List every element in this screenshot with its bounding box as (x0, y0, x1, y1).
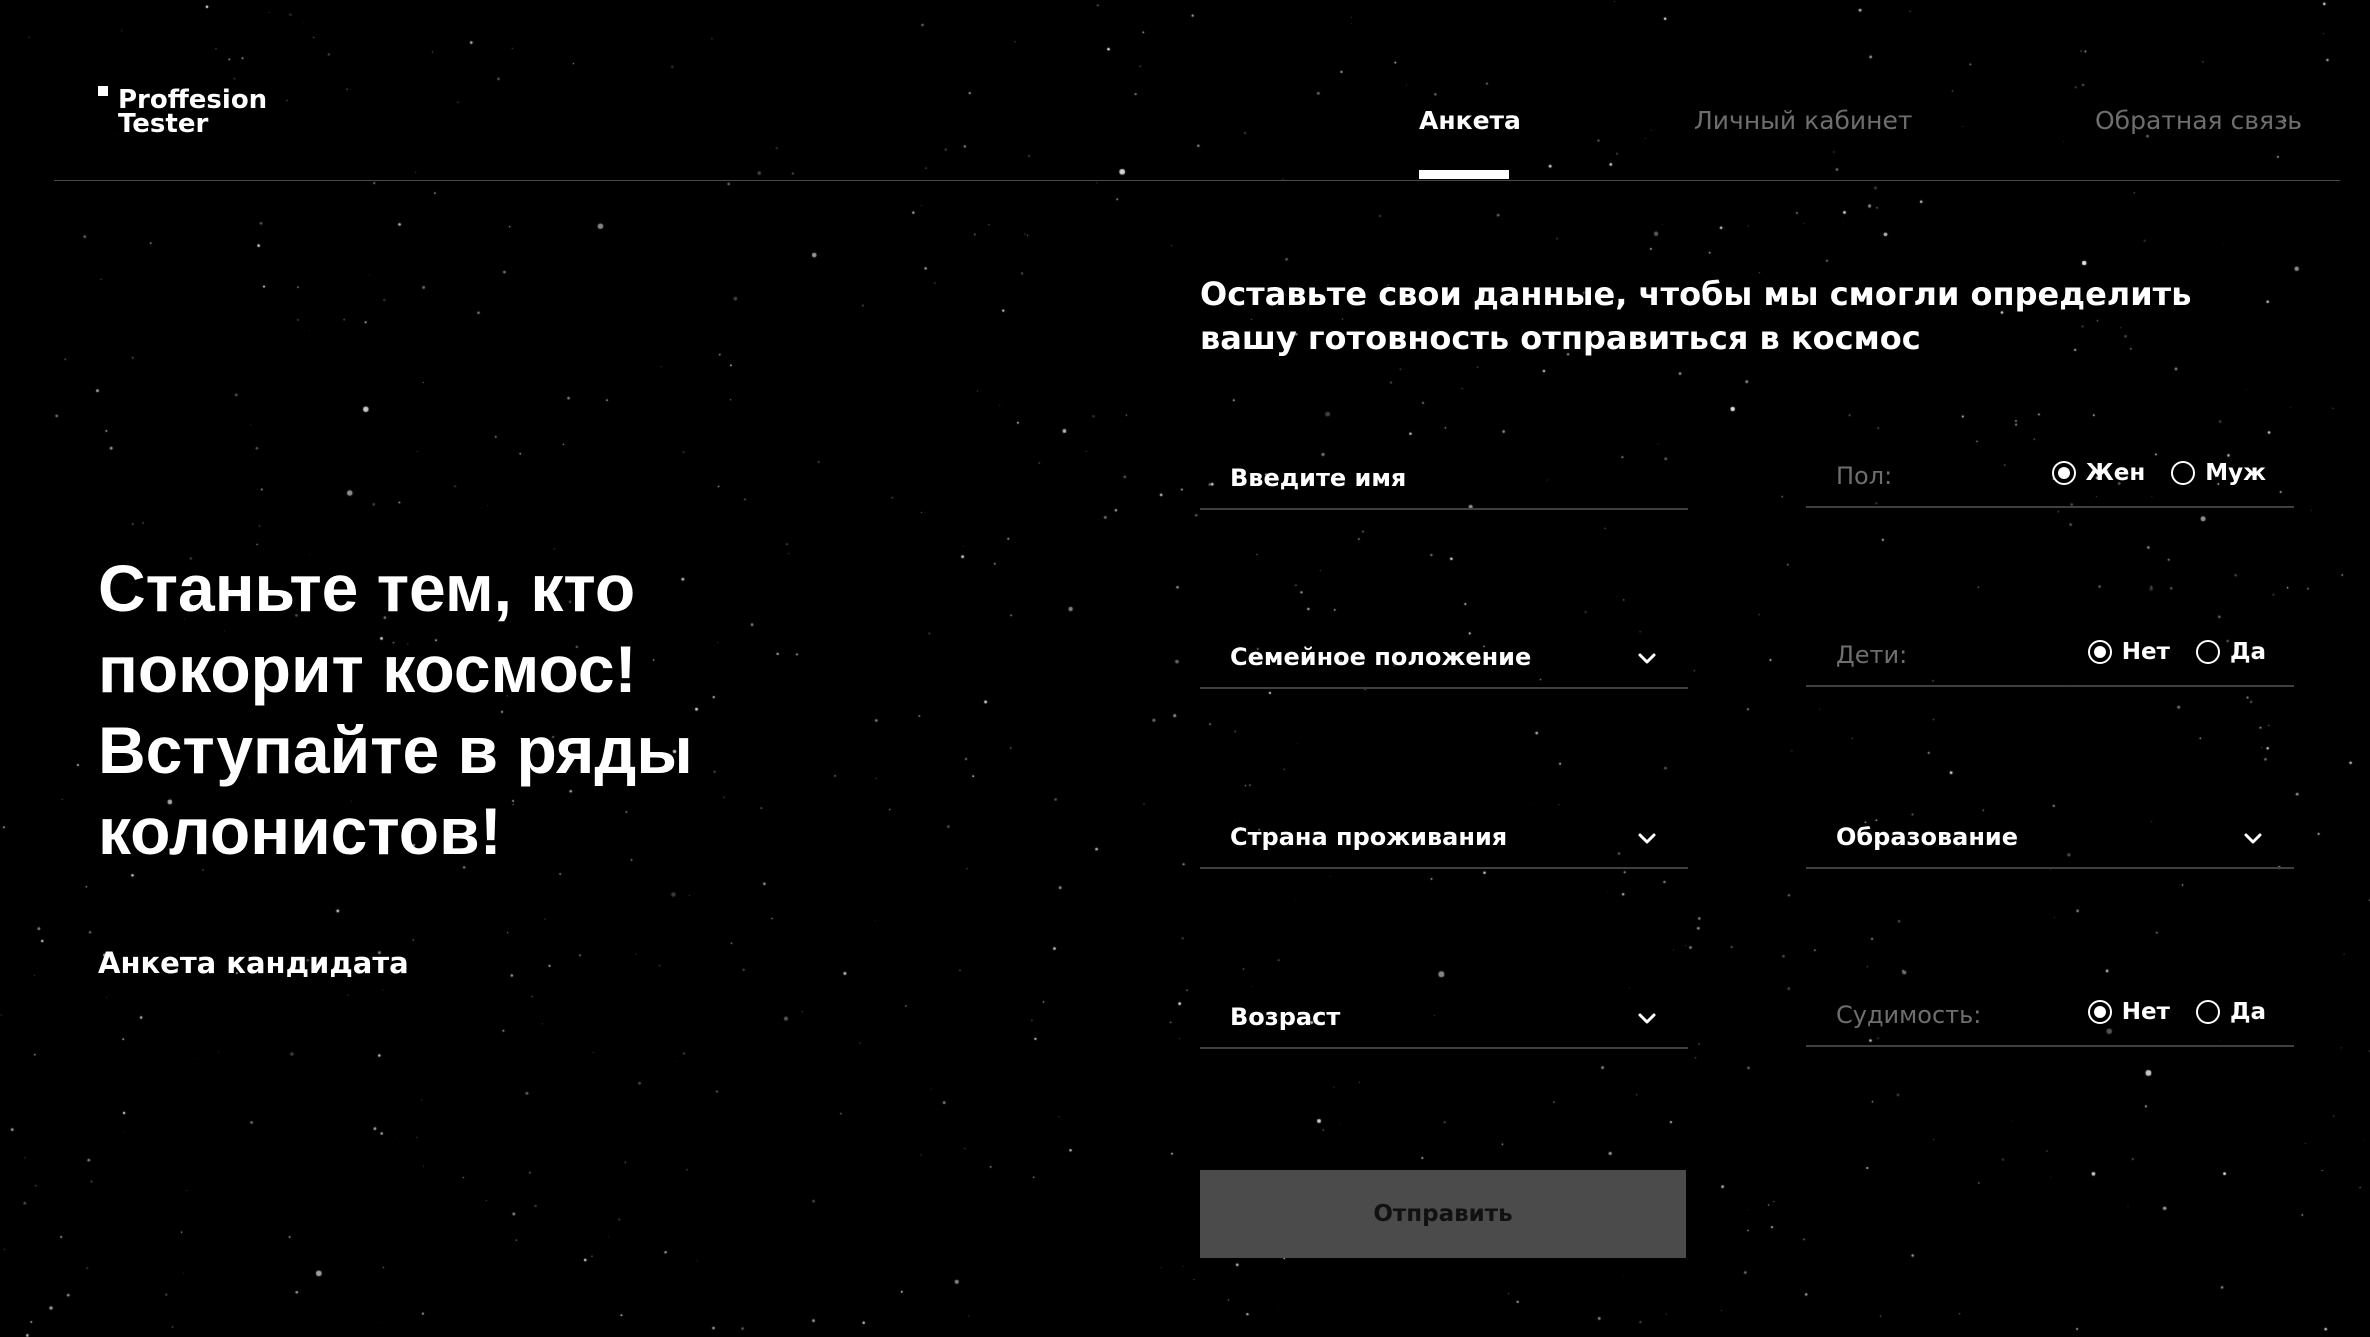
radio-unchecked-icon (2171, 461, 2196, 485)
gender-field: Пол: Жен Муж (1806, 448, 2294, 508)
children-radio-group: Нет Да (2087, 639, 2266, 665)
chevron-down-icon (1638, 833, 1656, 844)
children-no-label: Нет (2121, 639, 2170, 665)
gender-male-label: Муж (2205, 460, 2266, 486)
children-field: Дети: Нет Да (1806, 627, 2294, 687)
education-select[interactable]: Образование (1806, 809, 2294, 869)
education-label: Образование (1836, 823, 2019, 851)
name-input[interactable]: Введите имя (1200, 450, 1688, 510)
conviction-no-label: Нет (2121, 999, 2170, 1025)
conviction-radio-group: Нет Да (2087, 999, 2266, 1025)
conviction-label: Судимость: (1836, 1001, 1982, 1029)
form-intro-text: Оставьте свои данные, чтобы мы смогли оп… (1200, 275, 2192, 357)
submit-button[interactable]: Отправить (1200, 1170, 1686, 1258)
country-label: Страна проживания (1230, 823, 1508, 851)
gender-female-label: Жен (2085, 460, 2146, 486)
main-nav: Анкета Личный кабинет Обратная связь (0, 106, 2370, 146)
header-divider (54, 180, 2340, 181)
age-label: Возраст (1230, 1003, 1341, 1031)
radio-checked-icon (2051, 461, 2076, 485)
nav-tab-feedback[interactable]: Обратная связь (2095, 106, 2302, 135)
chevron-down-icon (1638, 1013, 1656, 1024)
nav-tab-anketa[interactable]: Анкета (1419, 106, 1521, 135)
gender-radio-group: Жен Муж (2051, 460, 2266, 486)
hero-subtitle: Анкета кандидата (98, 946, 409, 980)
radio-unchecked-icon (2195, 1000, 2220, 1024)
page: Proffesion Tester Анкета Личный кабинет … (0, 0, 2370, 1337)
gender-radio-male[interactable]: Муж (2171, 460, 2266, 486)
name-input-placeholder: Введите имя (1230, 464, 1407, 492)
conviction-radio-yes[interactable]: Да (2195, 999, 2266, 1025)
gender-label: Пол: (1836, 462, 1893, 490)
radio-unchecked-icon (2195, 640, 2220, 664)
chevron-down-icon (2244, 833, 2262, 844)
children-radio-no[interactable]: Нет (2087, 639, 2170, 665)
marital-status-label: Семейное положение (1230, 643, 1532, 671)
radio-checked-icon (2087, 640, 2112, 664)
conviction-yes-label: Да (2229, 999, 2266, 1025)
marital-status-select[interactable]: Семейное положение (1200, 629, 1688, 689)
radio-checked-icon (2087, 1000, 2112, 1024)
logo-square-icon (98, 86, 108, 96)
conviction-radio-no[interactable]: Нет (2087, 999, 2170, 1025)
nav-tab-personal-account[interactable]: Личный кабинет (1694, 106, 1912, 135)
active-tab-indicator (1419, 170, 1509, 179)
hero-title: Станьте тем, кто покорит космос! Вступай… (98, 551, 693, 868)
conviction-field: Судимость: Нет Да (1806, 987, 2294, 1047)
country-select[interactable]: Страна проживания (1200, 809, 1688, 869)
age-select[interactable]: Возраст (1200, 989, 1688, 1049)
children-label: Дети: (1836, 641, 1908, 669)
children-yes-label: Да (2229, 639, 2266, 665)
chevron-down-icon (1638, 653, 1656, 664)
gender-radio-female[interactable]: Жен (2051, 460, 2146, 486)
children-radio-yes[interactable]: Да (2195, 639, 2266, 665)
